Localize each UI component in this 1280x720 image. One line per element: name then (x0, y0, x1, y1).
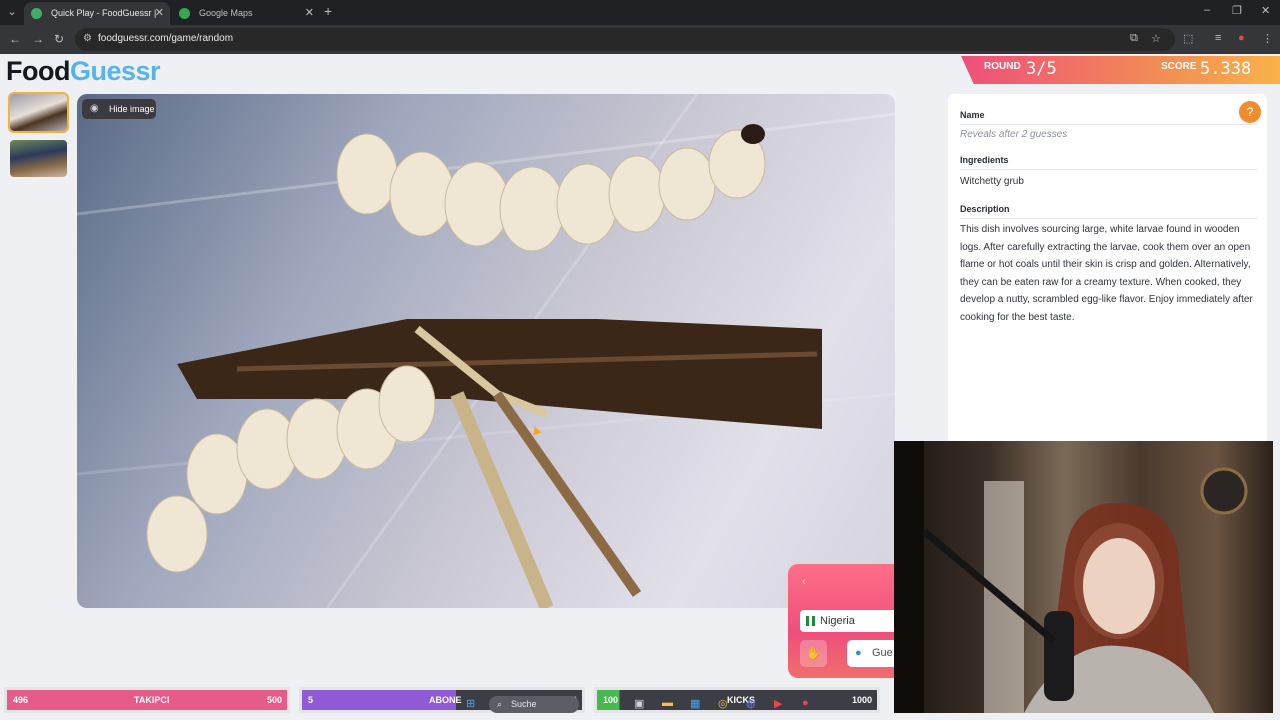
subs-current: 5 (308, 695, 314, 705)
site-info-icon[interactable]: ⚙ (83, 33, 92, 44)
webcam-overlay (894, 441, 1273, 713)
hide-image-label: Hide image (109, 104, 155, 114)
url-text: foodguessr.com/game/random (98, 33, 234, 44)
divider (960, 124, 1258, 125)
media-icon[interactable]: ≡ (1215, 32, 1221, 44)
guess-button-label: Gue (872, 647, 893, 659)
tab-search-icon[interactable]: ⌄ (4, 4, 20, 20)
windows-start-icon[interactable]: ⊞ (466, 697, 475, 710)
close-tab-icon[interactable]: ✕ (305, 2, 314, 25)
install-app-icon[interactable]: ⧉ (1130, 32, 1138, 45)
followers-goal-bar: 496 TAKIPCI 500 (4, 687, 290, 713)
country-select[interactable]: Nigeria (800, 610, 898, 632)
ingredients-value: Witchetty grub (960, 176, 1024, 187)
logo-text-food: Food (6, 56, 70, 86)
tab-foodguessr[interactable]: Quick Play - FoodGuessr | Food... ✕ (24, 2, 170, 41)
search-icon: ⌕ (497, 699, 503, 709)
google-maps-favicon-icon (179, 8, 190, 19)
taskbar-search[interactable]: ⌕ Suche (489, 696, 579, 713)
ingredients-heading: Ingredients (960, 155, 1009, 165)
food-photo-drawing (77, 94, 895, 608)
eye-icon: ◉ (90, 103, 99, 114)
obs-icon[interactable]: ● (802, 697, 809, 709)
chevron-left-icon[interactable]: ‹ (802, 574, 806, 588)
divider (960, 218, 1258, 219)
chrome-icon[interactable]: ◎ (718, 697, 728, 710)
taskbar-search-label: Suche (511, 699, 537, 709)
subs-label: ABONE (429, 695, 462, 705)
foodguessr-logo[interactable]: FoodGuessr (6, 56, 161, 87)
globe-icon: ● (855, 647, 862, 659)
address-bar[interactable]: ⚙ foodguessr.com/game/random (75, 28, 1175, 51)
description-heading: Description (960, 204, 1010, 214)
forward-arrow-icon[interactable]: → (32, 32, 44, 46)
kicks-target: 1000 (851, 695, 872, 705)
extensions-icon[interactable]: ⬚ (1183, 32, 1193, 45)
followers-target: 500 (266, 695, 282, 705)
score-value: 5.338 (1200, 59, 1252, 79)
followers-label: TAKIPCI (134, 695, 170, 705)
round-label: ROUND (984, 61, 1021, 72)
tab-label: Google Maps (199, 8, 253, 18)
followers-current: 496 (13, 695, 29, 705)
taskview-icon[interactable]: ▣ (634, 697, 644, 710)
menu-kebab-icon[interactable]: ⋮ (1262, 32, 1273, 45)
guess-button[interactable]: ● Gue (847, 640, 898, 667)
store-icon[interactable]: ▦ (690, 697, 700, 710)
food-photo (77, 94, 895, 608)
minimize-icon[interactable]: – (1204, 4, 1210, 16)
file-explorer-icon[interactable]: ▬ (662, 697, 673, 709)
close-window-icon[interactable]: ✕ (1261, 4, 1270, 17)
thumbnail-image-1[interactable] (8, 92, 69, 133)
help-question-icon[interactable]: ? (1239, 101, 1261, 123)
logo-text-guessr: Guessr (69, 56, 161, 86)
guess-widget: ‹ Nigeria ✋ ● Gue (788, 564, 898, 678)
hide-image-button[interactable]: ◉ Hide image (82, 99, 156, 119)
reload-icon[interactable]: ↻ (54, 32, 64, 46)
foodguessr-favicon-icon (31, 8, 42, 19)
youtube-icon[interactable]: ▶ (774, 697, 782, 710)
divider (960, 169, 1258, 170)
country-value: Nigeria (820, 615, 855, 627)
new-tab-button[interactable]: + (324, 3, 332, 19)
name-heading: Name (960, 110, 985, 120)
nigeria-flag-icon (806, 616, 815, 626)
maximize-icon[interactable]: ❐ (1232, 4, 1242, 17)
discord-icon[interactable]: ◍ (746, 697, 756, 710)
score-label: SCORE (1161, 61, 1197, 72)
name-value: Reveals after 2 guesses (960, 129, 1068, 140)
tab-google-maps[interactable]: Google Maps ✕ (172, 2, 320, 25)
back-arrow-icon[interactable]: ← (9, 32, 21, 46)
profile-avatar-icon[interactable]: ● (1238, 32, 1245, 44)
kicks-current: 100 (603, 695, 619, 705)
map-pin-button[interactable]: ✋ (800, 640, 827, 667)
webcam-scene (894, 441, 1248, 713)
close-tab-icon[interactable]: ✕ (155, 2, 164, 25)
description-text: This dish involves sourcing large, white… (960, 224, 1253, 323)
round-value: 3/5 (1026, 59, 1057, 79)
bookmark-star-icon[interactable]: ☆ (1151, 32, 1161, 45)
browser-toolbar: ← → ↻ ⚙ foodguessr.com/game/random ⧉ ☆ ⬚… (0, 25, 1280, 54)
thumbnail-image-2[interactable] (10, 140, 67, 177)
browser-tab-bar: ⌄ Quick Play - FoodGuessr | Food... ✕ Go… (0, 0, 1280, 41)
